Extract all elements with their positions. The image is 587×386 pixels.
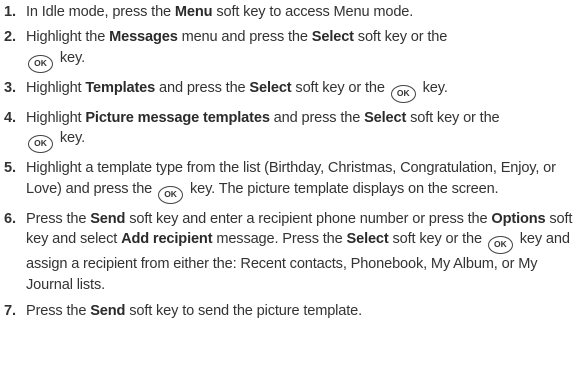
step-text: and press the (269, 109, 365, 126)
ok-key-icon: OK (487, 236, 513, 255)
select-key-label: Select (249, 79, 292, 96)
step-text: In Idle mode, press the (26, 4, 175, 20)
step-text: menu and press the (177, 29, 312, 46)
step-number: 2. (4, 29, 16, 46)
templates-menu-label: Templates (85, 79, 156, 96)
steps-list: 1. In Idle mode, press the Menu soft key … (0, 2, 587, 326)
select-key-label: Select (311, 29, 354, 46)
step-6: 6. Press the Send soft key and enter a re… (0, 209, 587, 296)
step-number: 5. (4, 160, 16, 177)
options-key-label: Options (491, 210, 546, 227)
ok-key-icon: OK (28, 55, 53, 74)
ok-key-icon: OK (28, 135, 53, 154)
step-text: key. (56, 130, 85, 147)
step-text: Press the (26, 302, 91, 319)
step-number: 1. (4, 4, 16, 20)
select-key-label: Select (346, 231, 389, 248)
step-text: Highlight the (26, 29, 110, 46)
step-text: message. Press the (212, 231, 347, 248)
messages-menu-label: Messages (109, 29, 178, 46)
step-2: 2. Highlight the Messages menu and press … (0, 27, 587, 74)
step-7: 7. Press the Send soft key to send the pi… (0, 301, 587, 322)
step-text: soft key or the (353, 29, 448, 46)
step-text: key. The picture template displays on th… (186, 180, 499, 197)
send-key-label: Send (90, 210, 126, 227)
step-number: 3. (4, 79, 16, 96)
step-text: soft key and enter a recipient phone num… (125, 210, 492, 227)
step-text: Press the (26, 210, 91, 227)
step-text: key. (418, 79, 448, 96)
send-key-label: Send (90, 302, 126, 319)
step-4: 4. Highlight Picture message templates an… (0, 108, 587, 154)
step-text: Highlight (26, 79, 86, 96)
step-3: 3. Highlight Templates and press the Sele… (0, 78, 587, 103)
step-5: 5. Highlight a template type from the lis… (0, 158, 587, 204)
picture-templates-label: Picture message templates (85, 109, 270, 126)
step-text: soft key or the (406, 109, 500, 126)
step-text: soft key to send the picture template. (125, 302, 362, 319)
step-text: and press the (155, 79, 250, 96)
menu-key-label: Menu (174, 4, 213, 20)
step-text: soft key or the (388, 231, 486, 248)
step-1: 1. In Idle mode, press the Menu soft key … (0, 2, 587, 23)
step-text: soft key to access Menu mode. (212, 4, 414, 20)
instruction-document: 1. In Idle mode, press the Menu soft key … (0, 0, 587, 386)
step-text: key. (56, 50, 85, 67)
ok-key-icon: OK (158, 185, 184, 204)
step-number: 7. (4, 302, 16, 319)
select-key-label: Select (364, 109, 407, 126)
step-number: 6. (4, 210, 16, 227)
ok-key-icon: OK (390, 84, 416, 103)
step-text: Highlight (26, 109, 86, 126)
step-text: soft key or the (291, 79, 389, 96)
add-recipient-label: Add recipient (121, 231, 213, 248)
step-number: 4. (4, 109, 16, 126)
